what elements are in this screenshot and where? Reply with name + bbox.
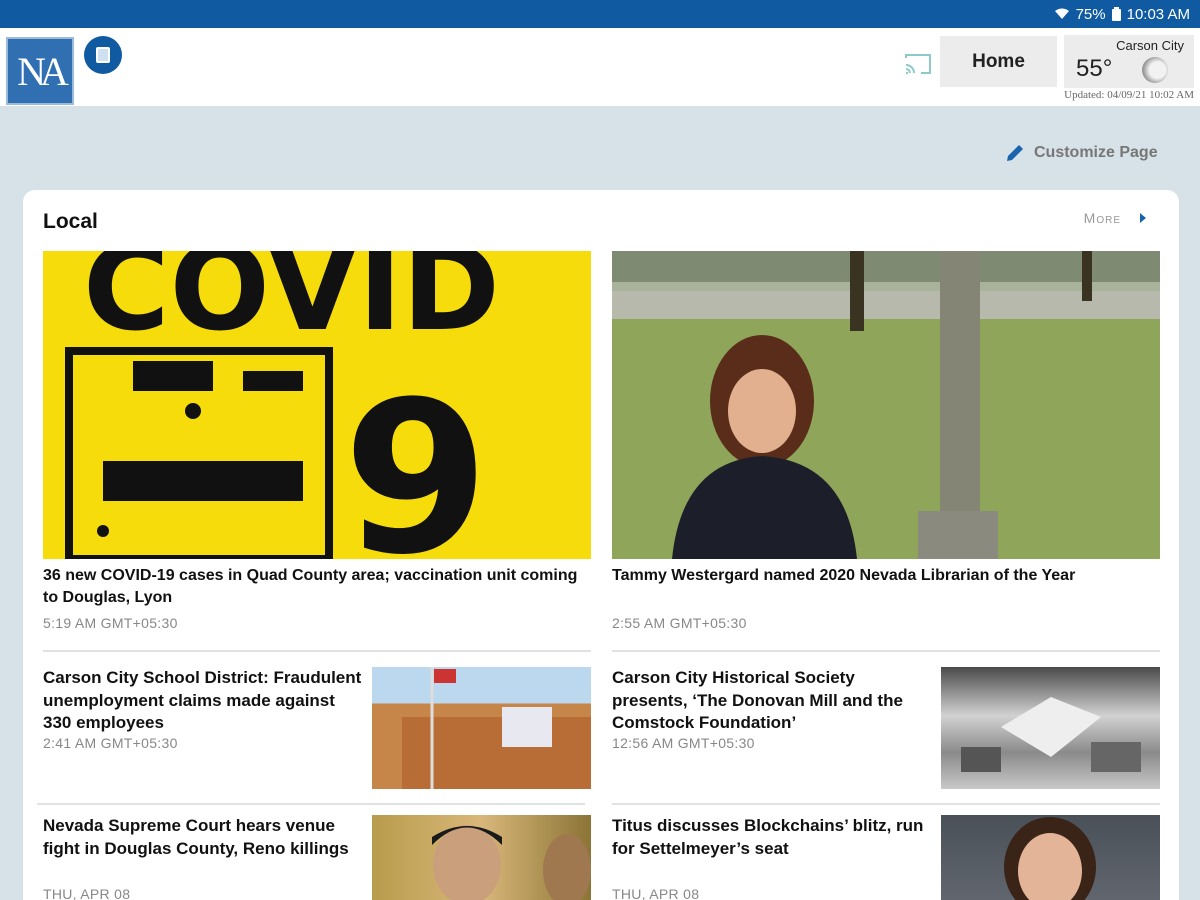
- menu-icon: [96, 47, 110, 63]
- clock: 10:03 AM: [1126, 5, 1190, 23]
- app-header: NA Home Carson City 55° Updated: 04/09/2…: [0, 28, 1200, 106]
- titus-portrait-thumbnail: [941, 815, 1160, 900]
- story-headline: Nevada Supreme Court hears venue fight i…: [43, 816, 349, 858]
- covid-sign-image: COVID 9: [43, 251, 591, 559]
- story-headline: Titus discusses Blockchains’ blitz, run …: [612, 816, 924, 858]
- feature-time: 2:55 AM GMT+05:30: [612, 615, 747, 631]
- cast-button[interactable]: [902, 50, 934, 78]
- moon-icon: [1142, 57, 1168, 83]
- cast-icon: [905, 54, 931, 74]
- divider: [43, 650, 591, 652]
- story-supreme-court[interactable]: Nevada Supreme Court hears venue fight i…: [43, 815, 591, 900]
- menu-button[interactable]: [84, 36, 122, 74]
- svg-text:9: 9: [343, 356, 489, 559]
- story-time: THU, APR 08: [612, 886, 700, 900]
- divider: [612, 650, 1160, 652]
- customize-label: Customize Page: [1034, 144, 1158, 161]
- story-headline: Carson City School District: Fraudulent …: [43, 668, 362, 732]
- more-link[interactable]: More: [1084, 210, 1147, 226]
- story-time: 12:56 AM GMT+05:30: [612, 734, 755, 751]
- chevron-right-icon: [1140, 213, 1146, 223]
- story-headline: Carson City Historical Society presents,…: [612, 668, 903, 732]
- divider: [37, 803, 585, 805]
- wifi-icon: [1054, 8, 1070, 20]
- local-section-card: Local More COVID 9 36 new COVID-19 cases…: [23, 190, 1179, 900]
- feature-story-covid[interactable]: COVID 9 36 new COVID-19 cases in Quad Co…: [43, 251, 591, 631]
- story-historical-society[interactable]: Carson City Historical Society presents,…: [612, 667, 1160, 789]
- feature-time: 5:19 AM GMT+05:30: [43, 615, 178, 631]
- battery-icon: [1111, 7, 1121, 21]
- story-school-district[interactable]: Carson City School District: Fraudulent …: [43, 667, 591, 789]
- feature-headline: Tammy Westergard named 2020 Nevada Libra…: [612, 567, 1076, 584]
- weather-widget[interactable]: Carson City 55°: [1064, 35, 1194, 88]
- section-title: Local: [43, 210, 98, 233]
- librarian-photo: [612, 251, 1160, 559]
- more-label: More: [1083, 210, 1121, 226]
- status-bar: 75% 10:03 AM: [0, 0, 1200, 28]
- historic-mill-thumbnail: [941, 667, 1160, 789]
- app-logo[interactable]: NA: [6, 37, 74, 105]
- feature-story-librarian[interactable]: Tammy Westergard named 2020 Nevada Libra…: [612, 251, 1160, 631]
- school-building-thumbnail: [372, 667, 591, 789]
- divider: [612, 803, 1160, 805]
- weather-temp: 55°: [1076, 55, 1113, 82]
- court-photo-thumbnail: [372, 815, 591, 900]
- story-titus-blockchains[interactable]: Titus discusses Blockchains’ blitz, run …: [612, 815, 1160, 900]
- battery-percent: 75%: [1075, 5, 1106, 23]
- home-button[interactable]: Home: [940, 36, 1057, 87]
- story-time: THU, APR 08: [43, 886, 131, 900]
- svg-text:COVID: COVID: [83, 251, 500, 357]
- story-time: 2:41 AM GMT+05:30: [43, 734, 178, 751]
- weather-city: Carson City: [1116, 38, 1184, 53]
- pencil-icon: [1007, 145, 1023, 161]
- feature-headline: 36 new COVID-19 cases in Quad County are…: [43, 567, 578, 606]
- customize-page-button[interactable]: Customize Page: [1004, 142, 1158, 164]
- weather-updated: Updated: 04/09/21 10:02 AM: [1064, 89, 1194, 101]
